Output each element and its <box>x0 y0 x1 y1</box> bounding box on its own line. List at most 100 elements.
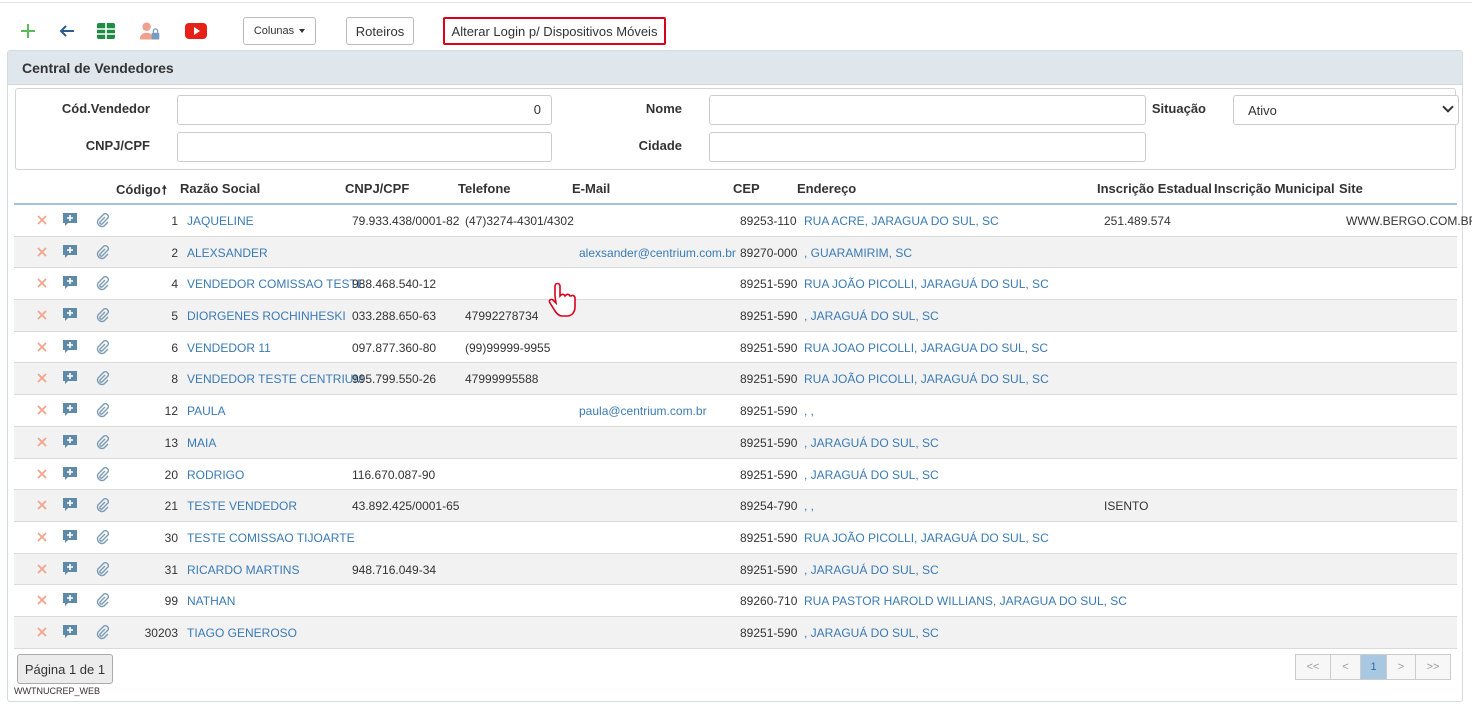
delete-icon[interactable] <box>34 592 50 608</box>
cell-razao[interactable]: VENDEDOR TESTE CENTRIUM <box>187 372 363 386</box>
cell-razao[interactable]: TESTE COMISSAO TIJOARTE <box>187 531 355 545</box>
spreadsheet-icon[interactable] <box>95 20 117 42</box>
col-razao-header[interactable]: Razão Social <box>180 181 260 196</box>
comment-icon[interactable] <box>62 529 78 545</box>
cell-razao[interactable]: VENDEDOR 11 <box>187 341 271 355</box>
cell-endereco[interactable]: RUA JOÃO PICOLLI, JARAGUÁ DO SUL, SC <box>804 372 1049 386</box>
last-page-button[interactable]: >> <box>1415 654 1451 680</box>
cell-razao[interactable]: VENDEDOR COMISSAO TESTE <box>187 277 365 291</box>
alterar-login-button[interactable]: Alterar Login p/ Dispositivos Móveis <box>443 17 666 45</box>
cnpj-input[interactable] <box>177 132 552 162</box>
cell-razao[interactable]: TESTE VENDEDOR <box>187 499 297 513</box>
comment-icon[interactable] <box>62 307 78 323</box>
attachment-icon[interactable] <box>94 561 110 577</box>
attachment-icon[interactable] <box>94 466 110 482</box>
attachment-icon[interactable] <box>94 307 110 323</box>
cell-endereco[interactable]: , GUARAMIRIM, SC <box>804 246 912 260</box>
comment-icon[interactable] <box>62 244 78 260</box>
cell-razao[interactable]: DIORGENES ROCHINHESKI <box>187 309 346 323</box>
cell-endereco[interactable]: RUA PASTOR HAROLD WILLIANS, JARAGUA DO S… <box>804 594 1127 608</box>
delete-icon[interactable] <box>34 402 50 418</box>
first-page-button[interactable]: << <box>1295 654 1331 680</box>
cell-razao[interactable]: PAULA <box>187 404 225 418</box>
comment-icon[interactable] <box>62 402 78 418</box>
attachment-icon[interactable] <box>94 275 110 291</box>
cell-email[interactable]: paula@centrium.com.br <box>579 404 707 418</box>
cell-endereco[interactable]: RUA JOÃO PICOLLI, JARAGUÁ DO SUL, SC <box>804 531 1049 545</box>
delete-icon[interactable] <box>34 466 50 482</box>
situacao-select[interactable]: Ativo <box>1233 95 1459 125</box>
attachment-icon[interactable] <box>94 212 110 228</box>
back-arrow-icon[interactable] <box>56 20 78 42</box>
delete-icon[interactable] <box>34 434 50 450</box>
cell-endereco[interactable]: , JARAGUÁ DO SUL, SC <box>804 468 939 482</box>
cell-endereco[interactable]: , , <box>804 404 814 418</box>
youtube-icon[interactable] <box>185 20 207 42</box>
comment-icon[interactable] <box>62 212 78 228</box>
comment-icon[interactable] <box>62 497 78 513</box>
roteiros-button[interactable]: Roteiros <box>346 17 414 45</box>
comment-icon[interactable] <box>62 434 78 450</box>
delete-icon[interactable] <box>34 275 50 291</box>
attachment-icon[interactable] <box>94 529 110 545</box>
comment-icon[interactable] <box>62 466 78 482</box>
cod-vendedor-input[interactable]: 0 <box>177 95 552 125</box>
comment-icon[interactable] <box>62 561 78 577</box>
col-endereco-header[interactable]: Endereço <box>797 181 856 196</box>
cell-endereco[interactable]: RUA JOAO PICOLLI, JARAGUA DO SUL, SC <box>804 341 1048 355</box>
attachment-icon[interactable] <box>94 592 110 608</box>
cell-razao[interactable]: ALEXSANDER <box>187 246 268 260</box>
delete-icon[interactable] <box>34 212 50 228</box>
page-1-button[interactable]: 1 <box>1360 654 1387 680</box>
cell-razao[interactable]: MAIA <box>187 436 216 450</box>
cell-endereco[interactable]: RUA JOÃO PICOLLI, JARAGUÁ DO SUL, SC <box>804 277 1049 291</box>
user-lock-icon[interactable] <box>139 20 161 42</box>
delete-icon[interactable] <box>34 307 50 323</box>
cell-email[interactable]: alexsander@centrium.com.br <box>579 246 736 260</box>
page-info-button[interactable]: Página 1 de 1 <box>17 654 113 684</box>
cell-endereco[interactable]: , , <box>804 499 814 513</box>
delete-icon[interactable] <box>34 244 50 260</box>
delete-icon[interactable] <box>34 561 50 577</box>
comment-icon[interactable] <box>62 370 78 386</box>
attachment-icon[interactable] <box>94 497 110 513</box>
cell-razao[interactable]: NATHAN <box>187 594 235 608</box>
col-site-header[interactable]: Site <box>1339 181 1363 196</box>
col-codigo-header[interactable]: Código🠕 <box>116 181 167 202</box>
delete-icon[interactable] <box>34 529 50 545</box>
add-icon[interactable] <box>17 20 39 42</box>
comment-icon[interactable] <box>62 339 78 355</box>
colunas-dropdown-button[interactable]: Colunas <box>243 17 316 45</box>
col-cnpj-header[interactable]: CNPJ/CPF <box>345 181 409 196</box>
cell-razao[interactable]: RICARDO MARTINS <box>187 563 299 577</box>
attachment-icon[interactable] <box>94 434 110 450</box>
attachment-icon[interactable] <box>94 624 110 640</box>
cell-endereco[interactable]: RUA ACRE, JARAGUA DO SUL, SC <box>804 214 999 228</box>
next-page-button[interactable]: > <box>1386 654 1416 680</box>
attachment-icon[interactable] <box>94 402 110 418</box>
comment-icon[interactable] <box>62 624 78 640</box>
col-ie-header[interactable]: Inscrição Estadual <box>1097 181 1212 196</box>
delete-icon[interactable] <box>34 624 50 640</box>
cell-endereco[interactable]: , JARAGUÁ DO SUL, SC <box>804 563 939 577</box>
attachment-icon[interactable] <box>94 370 110 386</box>
cell-razao[interactable]: TIAGO GENEROSO <box>187 626 297 640</box>
col-email-header[interactable]: E-Mail <box>572 181 610 196</box>
prev-page-button[interactable]: < <box>1330 654 1361 680</box>
col-im-header[interactable]: Inscrição Municipal <box>1214 181 1335 196</box>
col-telefone-header[interactable]: Telefone <box>458 181 511 196</box>
attachment-icon[interactable] <box>94 339 110 355</box>
delete-icon[interactable] <box>34 339 50 355</box>
col-cep-header[interactable]: CEP <box>733 181 760 196</box>
comment-icon[interactable] <box>62 275 78 291</box>
cidade-input[interactable] <box>709 132 1146 162</box>
cell-endereco[interactable]: , JARAGUÁ DO SUL, SC <box>804 626 939 640</box>
delete-icon[interactable] <box>34 370 50 386</box>
cell-razao[interactable]: JAQUELINE <box>187 214 254 228</box>
attachment-icon[interactable] <box>94 244 110 260</box>
nome-input[interactable] <box>709 95 1146 125</box>
comment-icon[interactable] <box>62 592 78 608</box>
cell-endereco[interactable]: , JARAGUÁ DO SUL, SC <box>804 309 939 323</box>
delete-icon[interactable] <box>34 497 50 513</box>
cell-razao[interactable]: RODRIGO <box>187 468 244 482</box>
